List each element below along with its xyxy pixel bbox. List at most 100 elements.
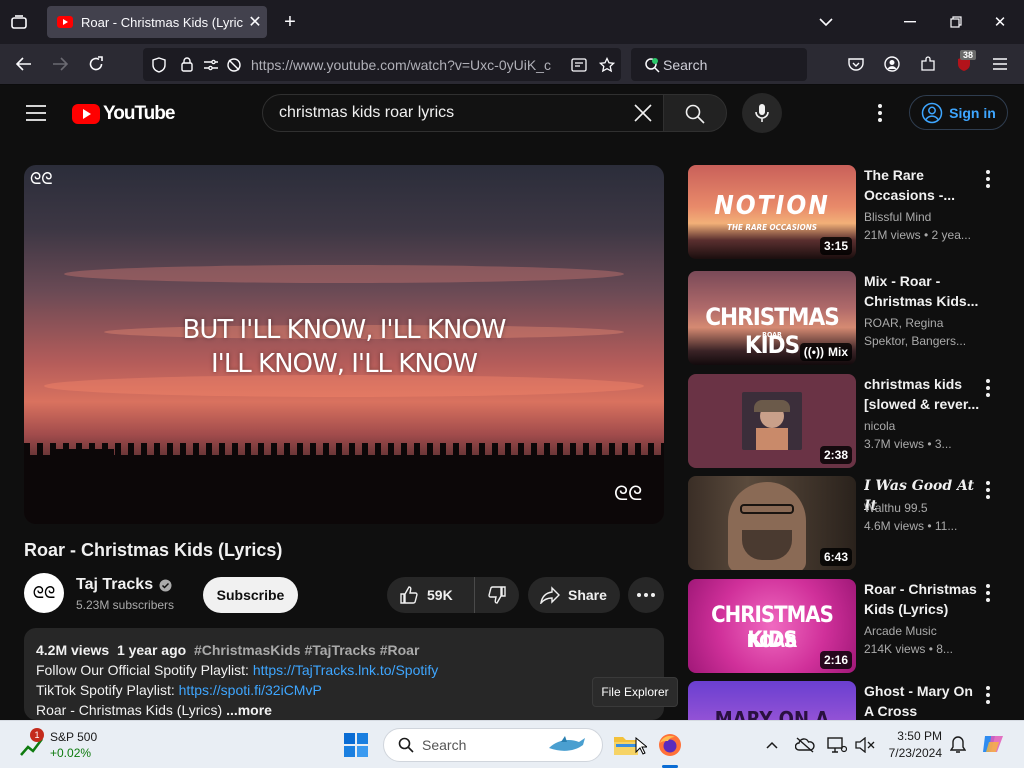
sign-in-button[interactable]: Sign in xyxy=(909,95,1008,130)
video-options-kebab-icon[interactable] xyxy=(980,478,996,502)
recommended-channel[interactable]: Walthu 99.5 xyxy=(864,501,984,515)
app-menu-icon[interactable] xyxy=(990,54,1010,74)
voice-search-button[interactable] xyxy=(742,93,782,133)
channel-name-text[interactable]: Taj Tracks xyxy=(76,576,153,594)
video-thumbnail[interactable]: 2:38 xyxy=(688,374,856,468)
recommended-artists: ROAR, Regina xyxy=(864,316,944,330)
hashtags[interactable]: #ChristmasKids #TajTracks #Roar xyxy=(194,642,419,658)
onedrive-offline-icon[interactable] xyxy=(794,735,816,755)
volume-muted-icon[interactable] xyxy=(854,735,876,755)
subscribe-button[interactable]: Subscribe xyxy=(203,577,298,613)
copilot-icon[interactable] xyxy=(980,731,1006,757)
pocket-icon[interactable] xyxy=(846,54,866,74)
search-button[interactable] xyxy=(663,94,727,132)
reload-icon[interactable] xyxy=(86,54,106,74)
dislike-button[interactable] xyxy=(475,577,519,613)
recommended-video[interactable]: CHRISTMAS KIDS ROAR 2:16 Roar - Christma… xyxy=(688,579,1008,675)
like-button[interactable]: 59K xyxy=(387,577,475,613)
tab-overview-icon[interactable] xyxy=(8,12,30,32)
recommended-video[interactable]: NOTION THE RARE OCCASIONS 3:15 The Rare … xyxy=(688,165,1008,261)
browser-nav-bar: https://www.youtube.com/watch?v=Uxc-0yUi… xyxy=(0,44,1024,85)
recommended-title[interactable]: Roar - Christmas Kids (Lyrics) xyxy=(864,579,980,619)
settings-kebab-icon[interactable] xyxy=(870,103,890,123)
reader-view-icon[interactable] xyxy=(565,57,593,72)
recommended-mix[interactable]: CHRISTMAS KIDS ROAR ((•)) Mix Mix - Roar… xyxy=(688,271,1008,367)
notifications-bell-icon[interactable] xyxy=(948,735,968,755)
recommended-video[interactable]: 2:38 christmas kids [slowed & rever... n… xyxy=(688,374,1008,470)
video-thumbnail[interactable]: CHRISTMAS KIDS ROAR ((•)) Mix xyxy=(688,271,856,365)
tab-close-icon[interactable]: ✕ xyxy=(243,12,267,32)
recommended-channel[interactable]: Blissful Mind xyxy=(864,210,984,224)
youtube-search-input[interactable]: christmas kids roar lyrics xyxy=(262,94,664,132)
video-description[interactable]: 4.2M views 1 year ago #ChristmasKids #Ta… xyxy=(24,628,664,720)
show-more-link[interactable]: ...more xyxy=(226,702,272,718)
taskbar-search-box[interactable]: Search xyxy=(383,728,603,762)
bookmark-star-icon[interactable] xyxy=(593,56,621,73)
spotify-playlist-link[interactable]: https://TajTracks.lnk.to/Spotify xyxy=(253,662,438,678)
list-tabs-chevron-icon[interactable] xyxy=(816,12,836,32)
video-thumbnail[interactable]: 6:43 xyxy=(688,476,856,570)
microphone-icon xyxy=(754,103,770,123)
windows-start-icon[interactable] xyxy=(344,733,368,757)
video-thumbnail[interactable]: NOTION THE RARE OCCASIONS 3:15 xyxy=(688,165,856,259)
stock-widget[interactable]: 1 S&P 500 +0.02% xyxy=(16,728,116,761)
autoplay-blocked-icon[interactable] xyxy=(223,57,245,73)
url-text[interactable]: https://www.youtube.com/watch?v=Uxc-0yUi… xyxy=(245,57,565,73)
browser-tab-bar: Roar - Christmas Kids (Lyrics) - ✕ + ✕ xyxy=(0,0,1024,44)
network-display-icon[interactable] xyxy=(826,735,848,755)
video-options-kebab-icon[interactable] xyxy=(980,581,996,605)
browser-search-field[interactable]: Search xyxy=(631,48,807,81)
recommended-channel[interactable]: Arcade Music xyxy=(864,624,984,638)
thumbs-down-icon xyxy=(487,585,507,605)
search-query-text[interactable]: christmas kids roar lyrics xyxy=(279,104,623,122)
recommended-title[interactable]: The Rare Occasions -... xyxy=(864,165,980,205)
browser-tab-active[interactable]: Roar - Christmas Kids (Lyrics) - ✕ xyxy=(47,6,267,38)
extensions-puzzle-icon[interactable] xyxy=(918,54,938,74)
tiktok-playlist-link[interactable]: https://spoti.fi/32iCMvP xyxy=(179,682,322,698)
video-options-kebab-icon[interactable] xyxy=(980,167,996,191)
recommended-video[interactable]: 6:43 I Was Good At It Walthu 99.5 4.6M v… xyxy=(688,476,1008,572)
video-options-kebab-icon[interactable] xyxy=(980,683,996,707)
window-close-icon[interactable]: ✕ xyxy=(990,12,1010,32)
thumbnail-subtext: ROAR xyxy=(762,331,782,339)
thumbnail-subtext: THE RARE OCCASIONS xyxy=(727,223,817,232)
more-actions-button[interactable] xyxy=(628,577,664,613)
share-button[interactable]: Share xyxy=(528,577,620,613)
view-count: 4.2M views xyxy=(36,642,110,658)
channel-avatar[interactable]: ᘓᘓ xyxy=(24,573,64,613)
stock-change: +0.02% xyxy=(50,746,92,760)
video-player[interactable]: ᘓᘓ ᘓᘓ BUT I'LL KNOW, I'LL KNOW I'LL KNOW… xyxy=(24,165,664,524)
new-tab-icon[interactable]: + xyxy=(280,11,300,33)
lock-icon[interactable] xyxy=(175,57,199,72)
mix-badge: ((•)) Mix xyxy=(799,343,852,361)
clock-time[interactable]: 3:50 PM xyxy=(884,729,942,743)
guide-menu-icon[interactable] xyxy=(24,103,48,123)
youtube-logo[interactable]: YouTube xyxy=(72,103,175,125)
tracking-shield-icon[interactable] xyxy=(143,56,175,73)
firefox-icon[interactable] xyxy=(656,731,684,759)
video-thumbnail[interactable]: CHRISTMAS KIDS ROAR 2:16 xyxy=(688,579,856,673)
window-minimize-icon[interactable] xyxy=(900,12,920,32)
permissions-icon[interactable] xyxy=(199,59,223,71)
recommended-channel[interactable]: nicola xyxy=(864,419,984,433)
video-options-kebab-icon[interactable] xyxy=(980,376,996,400)
channel-name[interactable]: Taj Tracks xyxy=(76,576,172,594)
forward-icon[interactable] xyxy=(50,54,70,74)
recommended-meta: 4.6M views • 11... xyxy=(864,519,958,533)
recommended-title[interactable]: Ghost - Mary On A Cross xyxy=(864,681,980,720)
show-hidden-icons-chevron-icon[interactable] xyxy=(764,737,780,753)
recommended-video[interactable]: MARY ON A CROSS Ghost - Mary On A Cross xyxy=(688,681,1008,720)
description-text: TikTok Spotify Playlist: xyxy=(36,682,179,698)
search-icon xyxy=(685,104,705,124)
video-thumbnail[interactable]: MARY ON A CROSS xyxy=(688,681,856,720)
recommended-title[interactable]: Mix - Roar - Christmas Kids... xyxy=(864,271,980,311)
address-bar[interactable]: https://www.youtube.com/watch?v=Uxc-0yUi… xyxy=(143,48,621,81)
back-icon[interactable] xyxy=(14,54,34,74)
search-highlight-dolphin-icon xyxy=(542,734,592,756)
recommended-title[interactable]: christmas kids [slowed & rever... xyxy=(864,374,980,414)
clock-date[interactable]: 7/23/2024 xyxy=(876,746,942,760)
window-restore-icon[interactable] xyxy=(946,12,966,32)
clear-search-icon[interactable] xyxy=(623,95,663,131)
lyrics-overlay: BUT I'LL KNOW, I'LL KNOW I'LL KNOW, I'LL… xyxy=(24,313,664,381)
account-icon[interactable] xyxy=(882,54,902,74)
